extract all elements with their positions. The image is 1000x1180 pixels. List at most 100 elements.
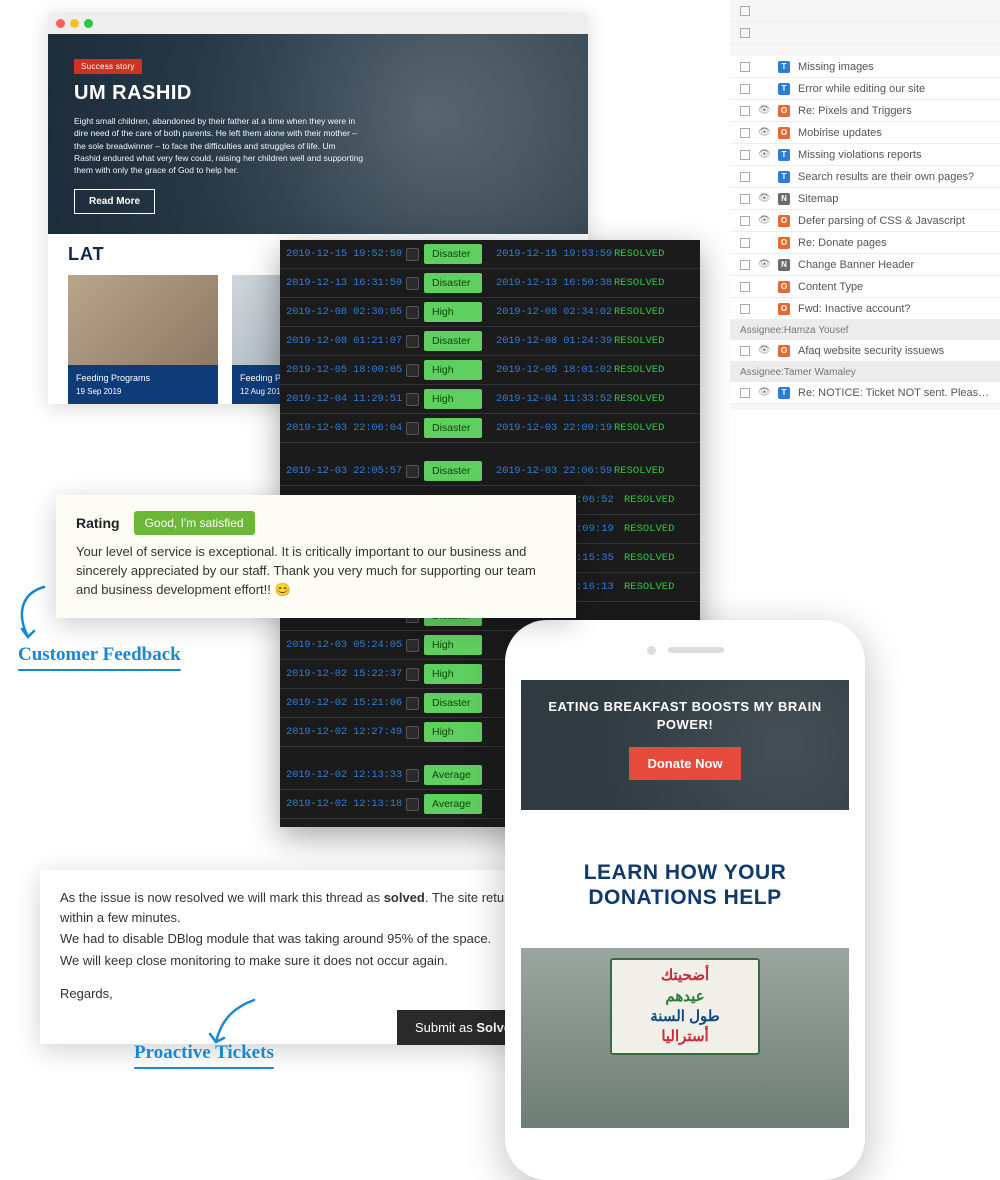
rating-label: Rating	[76, 515, 120, 531]
checkbox[interactable]	[740, 304, 750, 314]
checkbox[interactable]	[740, 346, 750, 356]
ticket-row[interactable]: • T Search results are their own pages?	[730, 166, 1000, 188]
log-checkbox[interactable]	[406, 335, 419, 348]
ticket-title: Error while editing our site	[798, 83, 994, 95]
log-checkbox[interactable]	[406, 769, 419, 782]
log-status: RESOLVED	[614, 306, 684, 318]
priority-square: O	[778, 127, 790, 139]
log-end: 2019-12-05 18:01:02	[496, 364, 614, 376]
ticket-row[interactable]: • O Fwd: Inactive account?	[730, 298, 1000, 320]
hero-body: Eight small children, abandoned by their…	[74, 115, 364, 177]
priority-pill: Disaster	[424, 461, 482, 481]
sign-board: أضحيتك عيدهم طول السنة أستراليا	[610, 958, 760, 1055]
checkbox[interactable]	[740, 194, 750, 204]
ticket-title: Re: Donate pages	[798, 237, 994, 249]
ticket-row[interactable]: • T Error while editing our site	[730, 78, 1000, 100]
card-image	[68, 275, 218, 365]
log-row[interactable]: 2019-12-03 22:06:04 Disaster 2019-12-03 …	[280, 414, 700, 443]
log-row[interactable]: 2019-12-08 01:21:07 Disaster 2019-12-08 …	[280, 327, 700, 356]
tickets-panel: • T Missing images • T Error while editi…	[730, 0, 1000, 410]
ticket-row[interactable]: 👁 O Mobirise updates	[730, 122, 1000, 144]
speaker-icon	[668, 647, 724, 653]
max-dot[interactable]	[84, 19, 93, 28]
log-start: 2019-12-02 12:27:49	[286, 726, 406, 738]
close-dot[interactable]	[56, 19, 65, 28]
proactive-label: Proactive Tickets	[134, 1042, 274, 1069]
log-row[interactable]: 2019-12-08 02:30:05 High 2019-12-08 02:3…	[280, 298, 700, 327]
checkbox[interactable]	[740, 388, 750, 398]
ticket-title: Search results are their own pages?	[798, 171, 994, 183]
log-checkbox[interactable]	[406, 248, 419, 261]
ticket-title: Afaq website security issuews	[798, 345, 994, 357]
priority-pill: High	[424, 389, 482, 409]
log-start: 2019-12-03 22:06:04	[286, 422, 406, 434]
checkbox[interactable]	[740, 84, 750, 94]
ticket-row[interactable]: 👁 O Re: Pixels and Triggers	[730, 100, 1000, 122]
ticket-row[interactable]: • O Re: Donate pages	[730, 232, 1000, 254]
solved-panel: As the issue is now resolved we will mar…	[40, 870, 570, 1044]
log-checkbox[interactable]	[406, 306, 419, 319]
phone-banner: أضحيتك عيدهم طول السنة أستراليا	[521, 948, 849, 1128]
assignee-header: Assignee: Hamza Yousef	[730, 320, 1000, 340]
log-checkbox[interactable]	[406, 668, 419, 681]
card-1[interactable]: Feeding Programs 19 Sep 2019	[68, 275, 218, 404]
log-status: RESOLVED	[614, 465, 684, 477]
checkbox[interactable]	[740, 238, 750, 248]
assignee-header: Assignee: Tamer Wamaley	[730, 362, 1000, 382]
checkbox[interactable]	[740, 260, 750, 270]
log-checkbox[interactable]	[406, 422, 419, 435]
checkbox[interactable]	[740, 128, 750, 138]
ticket-row[interactable]: 👁 O Defer parsing of CSS & Javascript	[730, 210, 1000, 232]
read-more-button[interactable]: Read More	[74, 189, 155, 214]
ticket-row[interactable]: 👁 T Re: NOTICE: Ticket NOT sent. Please …	[730, 382, 1000, 404]
arrow-icon	[210, 998, 260, 1046]
log-end: 2019-12-04 11:33:52	[496, 393, 614, 405]
ticket-row[interactable]: 👁 N Change Banner Header	[730, 254, 1000, 276]
ticket-row[interactable]: • T Missing images	[730, 56, 1000, 78]
ticket-row[interactable]: 👁 T Missing violations reports	[730, 144, 1000, 166]
checkbox[interactable]	[740, 282, 750, 292]
checkbox[interactable]	[740, 172, 750, 182]
log-status: RESOLVED	[614, 393, 684, 405]
log-checkbox[interactable]	[406, 726, 419, 739]
checkbox[interactable]	[740, 62, 750, 72]
log-checkbox[interactable]	[406, 364, 419, 377]
priority-square: O	[778, 281, 790, 293]
min-dot[interactable]	[70, 19, 79, 28]
log-start: 2019-12-02 15:22:37	[286, 668, 406, 680]
feedback-label: Customer Feedback	[18, 644, 181, 671]
ticket-row[interactable]: 👁 N Sitemap	[730, 188, 1000, 210]
ticket-row[interactable]: • O Content Type	[730, 276, 1000, 298]
rating-body: Your level of service is exceptional. It…	[76, 543, 556, 600]
log-start: 2019-12-04 11:29:51	[286, 393, 406, 405]
ticket-row[interactable]: 👁 O Afaq website security issuews	[730, 340, 1000, 362]
log-checkbox[interactable]	[406, 639, 419, 652]
log-row[interactable]: 2019-12-13 16:31:59 Disaster 2019-12-13 …	[280, 269, 700, 298]
log-checkbox[interactable]	[406, 798, 419, 811]
priority-pill: Disaster	[424, 693, 482, 713]
checkbox[interactable]	[740, 28, 750, 38]
eye-icon: 👁	[758, 259, 770, 270]
priority-pill: Average	[424, 794, 482, 814]
checkbox[interactable]	[740, 216, 750, 226]
log-row[interactable]: 2019-12-03 22:05:57 Disaster 2019-12-03 …	[280, 457, 700, 486]
ticket-title: Sitemap	[798, 193, 994, 205]
log-row[interactable]: 2019-12-04 11:29:51 High 2019-12-04 11:3…	[280, 385, 700, 414]
priority-pill: High	[424, 360, 482, 380]
log-checkbox[interactable]	[406, 697, 419, 710]
priority-pill: High	[424, 722, 482, 742]
log-row[interactable]: 2019-12-05 18:00:05 High 2019-12-05 18:0…	[280, 356, 700, 385]
log-checkbox[interactable]	[406, 465, 419, 478]
hero-tag: Success story	[74, 59, 142, 74]
log-checkbox[interactable]	[406, 277, 419, 290]
checkbox[interactable]	[740, 150, 750, 160]
log-checkbox[interactable]	[406, 393, 419, 406]
checkbox[interactable]	[740, 6, 750, 16]
log-start: 2019-12-13 16:31:59	[286, 277, 406, 289]
log-end: 2019-12-03 22:06:59	[496, 465, 614, 477]
checkbox[interactable]	[740, 106, 750, 116]
donate-button[interactable]: Donate Now	[629, 747, 740, 780]
log-row[interactable]: 2019-12-15 19:52:59 Disaster 2019-12-15 …	[280, 240, 700, 269]
priority-square: O	[778, 237, 790, 249]
priority-square: T	[778, 61, 790, 73]
